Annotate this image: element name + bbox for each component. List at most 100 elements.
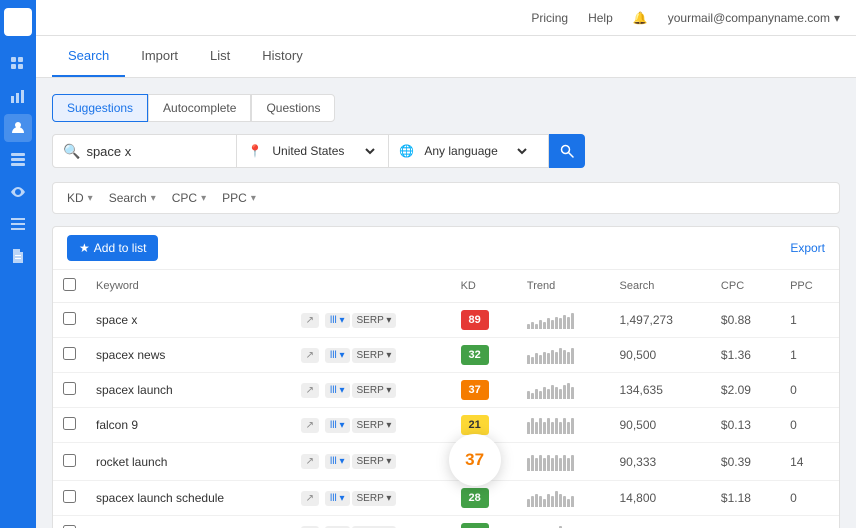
cpc-cell: $1.36 [711,338,780,373]
btn-group: lll ▾ SERP ▾ [325,348,396,363]
kd-arrow-icon: ▾ [88,193,93,204]
kd-cell: 37 [451,443,517,481]
chart-button[interactable]: lll ▾ [325,454,349,469]
cpc-cell: $4.83 [711,516,780,528]
sidebar-doc-icon[interactable] [4,242,32,270]
kd-cell: 32 [451,338,517,373]
row-checkbox[interactable] [63,454,76,467]
search-cell: 14,800 [610,481,711,516]
main-content: Pricing Help 🔔 yourmail@companyname.com … [36,0,856,528]
details-button[interactable]: ↗ [301,348,319,363]
bell-icon[interactable]: 🔔 [633,11,648,25]
pricing-link[interactable]: Pricing [531,11,568,25]
search-input[interactable] [86,144,226,159]
subtab-suggestions[interactable]: Suggestions [52,94,148,122]
app-logo[interactable] [4,8,32,36]
trend-cell [517,408,610,443]
add-to-list-button[interactable]: ★ Add to list [67,235,158,261]
details-button[interactable]: ↗ [301,313,319,328]
details-button[interactable]: ↗ [301,491,319,506]
select-all-checkbox[interactable] [63,278,76,291]
details-button[interactable]: ↗ [301,454,319,469]
row-actions-cell: ↗ lll ▾ SERP ▾ [291,373,451,408]
cpc-arrow-icon: ▾ [201,193,206,204]
serp-button[interactable]: SERP ▾ [352,348,397,363]
ppc-cell: 1 [780,303,839,338]
sidebar-eye-icon[interactable] [4,178,32,206]
trend-cell [517,481,610,516]
sidebar-list-icon[interactable] [4,210,32,238]
actions-col-header [291,270,451,303]
search-icon: 🔍 [63,143,80,160]
subtab-questions[interactable]: Questions [251,94,335,122]
serp-button[interactable]: SERP ▾ [352,418,397,433]
globe-icon: 🌐 [399,144,414,158]
row-checkbox[interactable] [63,382,76,395]
search-cell: 90,333 [610,443,711,481]
serp-button[interactable]: SERP ▾ [352,313,397,328]
search-input-wrapper: 🔍 [52,134,237,168]
cpc-cell: $0.39 [711,443,780,481]
cpc-cell: $0.88 [711,303,780,338]
kd-cell: 28 [451,481,517,516]
tab-list[interactable]: List [194,36,246,77]
row-checkbox[interactable] [63,347,76,360]
tab-import[interactable]: Import [125,36,194,77]
details-button[interactable]: ↗ [301,383,319,398]
filter-ppc[interactable]: PPC ▾ [222,191,256,205]
sidebar [0,0,36,528]
serp-button[interactable]: SERP ▾ [352,454,397,469]
trend-cell [517,338,610,373]
user-email[interactable]: yourmail@companyname.com ▾ [668,11,840,25]
filter-search[interactable]: Search ▾ [109,191,156,205]
ppc-arrow-icon: ▾ [251,193,256,204]
filter-bar: KD ▾ Search ▾ CPC ▾ PPC ▾ [52,182,840,214]
location-select[interactable]: United States [268,143,378,159]
keyword-cell: spacex launch schedule [86,481,291,516]
table-row: spacex news ↗ lll ▾ SERP ▾ 32 90,500 $1.… [53,338,839,373]
language-select[interactable]: Any language [420,143,530,159]
chart-button[interactable]: lll ▾ [325,491,349,506]
export-button[interactable]: Export [790,241,825,255]
sidebar-table-icon[interactable] [4,146,32,174]
filter-kd[interactable]: KD ▾ [67,191,93,205]
chart-button[interactable]: lll ▾ [325,313,349,328]
keyword-cell: space x [86,303,291,338]
row-actions-cell: ↗ lll ▾ SERP ▾ [291,516,451,528]
filter-cpc[interactable]: CPC ▾ [172,191,206,205]
table-row: rocket launch ↗ lll ▾ SERP ▾ 37 90,333 [53,443,839,481]
sidebar-grid-icon[interactable] [4,50,32,78]
row-checkbox[interactable] [63,490,76,503]
serp-button[interactable]: SERP ▾ [352,491,397,506]
table-row: space x ↗ lll ▾ SERP ▾ 89 1,497,273 $0.8… [53,303,839,338]
row-checkbox[interactable] [63,312,76,325]
content-area: Suggestions Autocomplete Questions 🔍 📍 U… [36,78,856,528]
chart-button[interactable]: lll ▾ [325,418,349,433]
chart-button[interactable]: lll ▾ [325,348,349,363]
sidebar-user-icon[interactable] [4,114,32,142]
chart-button[interactable]: lll ▾ [325,383,349,398]
table-row: spacex launch schedule ↗ lll ▾ SERP ▾ 28… [53,481,839,516]
keyword-cell: falcon 9 [86,408,291,443]
serp-button[interactable]: SERP ▾ [352,383,397,398]
subtab-autocomplete[interactable]: Autocomplete [148,94,251,122]
tab-history[interactable]: History [246,36,318,77]
ppc-cell: 0 [780,481,839,516]
help-link[interactable]: Help [588,11,613,25]
sub-tabs: Suggestions Autocomplete Questions [52,94,840,122]
search-cell: 90,500 [610,338,711,373]
ppc-cell: 0 [780,373,839,408]
row-checkbox[interactable] [63,417,76,430]
row-actions-cell: ↗ lll ▾ SERP ▾ [291,338,451,373]
sidebar-chart-icon[interactable] [4,82,32,110]
row-actions-cell: ↗ lll ▾ SERP ▾ [291,443,451,481]
tab-search[interactable]: Search [52,36,125,77]
keyword-cell: spacex news [86,338,291,373]
ppc-cell: 1 [780,516,839,528]
btn-group: lll ▾ SERP ▾ [325,418,396,433]
search-button[interactable] [549,134,585,168]
trend-cell [517,443,610,481]
ppc-cell: 0 [780,408,839,443]
details-button[interactable]: ↗ [301,418,319,433]
keywords-table: Keyword KD Trend Search CPC PPC space x [53,270,839,528]
